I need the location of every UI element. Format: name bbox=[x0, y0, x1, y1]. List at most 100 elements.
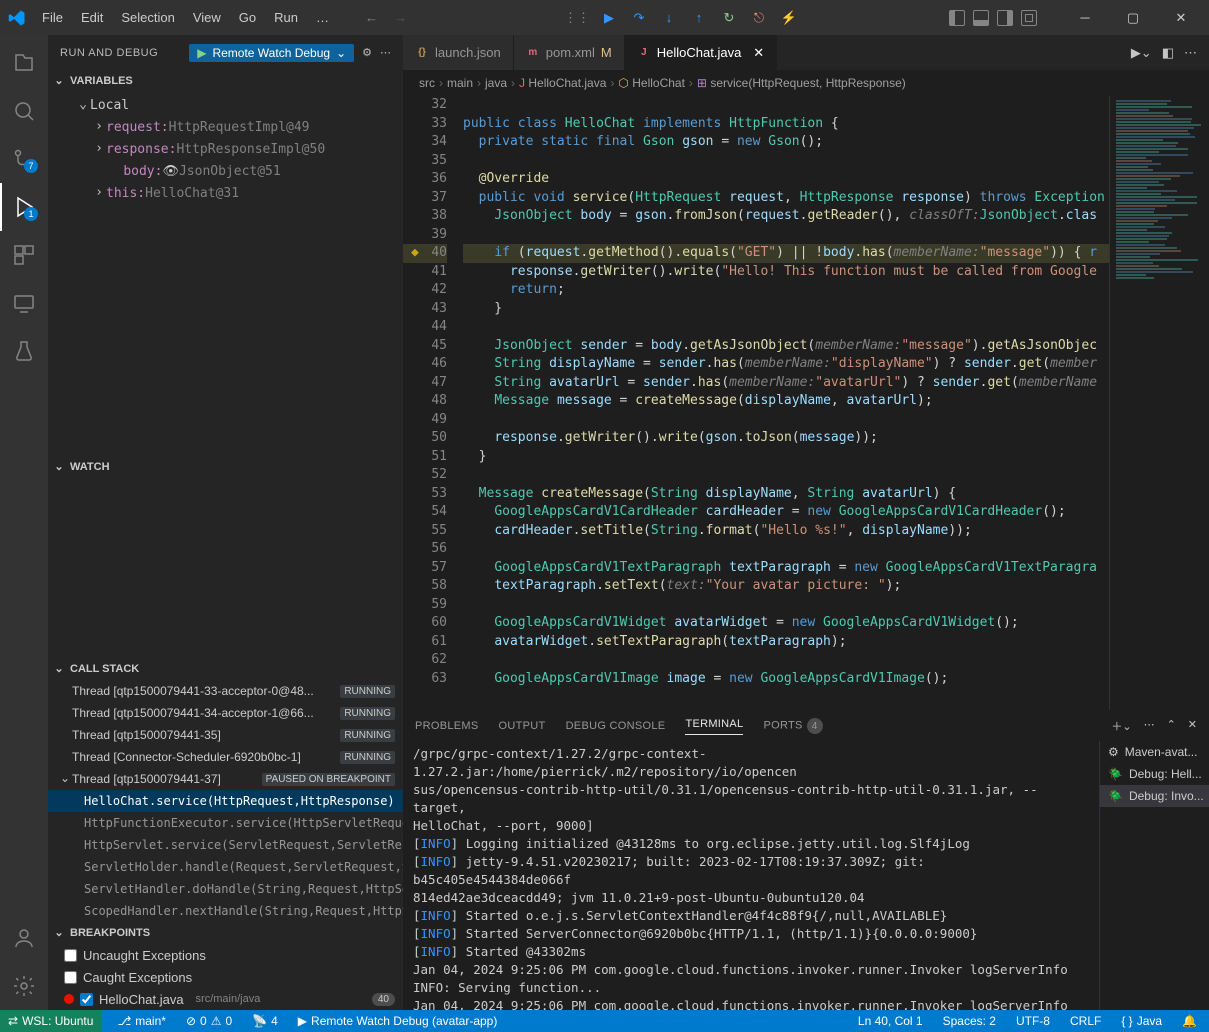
bp-uncaught-checkbox[interactable] bbox=[64, 949, 77, 962]
window-close-icon[interactable]: ✕ bbox=[1161, 3, 1201, 33]
layout-right-icon[interactable] bbox=[997, 10, 1013, 26]
callstack-frame[interactable]: HttpServlet.service(ServletRequest,Servl… bbox=[48, 834, 403, 856]
breadcrumb-item[interactable]: main bbox=[447, 76, 473, 90]
nav-back-icon[interactable]: ← bbox=[357, 10, 386, 25]
breadcrumb-item[interactable]: java bbox=[485, 76, 507, 90]
debug-disconnect-icon[interactable]: ⎋ bbox=[748, 7, 770, 29]
var-row[interactable]: body: 👁 JsonObject@51 bbox=[48, 160, 403, 182]
nav-fwd-icon[interactable]: → bbox=[386, 10, 415, 25]
breadcrumb-item[interactable]: ⊞ service(HttpRequest, HttpResponse) bbox=[697, 76, 906, 90]
panel-tab-terminal[interactable]: TERMINAL bbox=[685, 718, 743, 735]
activity-search-icon[interactable] bbox=[0, 87, 48, 135]
window-maximize-icon[interactable]: ▢ bbox=[1113, 3, 1153, 33]
variables-header[interactable]: ⌄VARIABLES bbox=[48, 70, 403, 92]
breakpoints-header[interactable]: ⌄BREAKPOINTS bbox=[48, 922, 403, 944]
status-problems[interactable]: ⊘0⚠0 bbox=[182, 1010, 236, 1032]
activity-explorer-icon[interactable] bbox=[0, 39, 48, 87]
status-ports[interactable]: 📡4 bbox=[248, 1010, 282, 1032]
gear-icon[interactable]: ⚙ bbox=[362, 46, 372, 59]
terminal[interactable]: /grpc/grpc-context/1.27.2/grpc-context-1… bbox=[403, 741, 1099, 1010]
tab-launch.json[interactable]: {}launch.json bbox=[403, 35, 514, 70]
status-debug-session[interactable]: ▶Remote Watch Debug (avatar-app) bbox=[294, 1010, 502, 1032]
activity-testing-icon[interactable] bbox=[0, 327, 48, 375]
panel-tab-problems[interactable]: PROBLEMS bbox=[415, 720, 479, 732]
breadcrumb-item[interactable]: J HelloChat.java bbox=[519, 76, 606, 90]
status-eol[interactable]: CRLF bbox=[1066, 1010, 1105, 1032]
var-row[interactable]: ›request: HttpRequestImpl@49 bbox=[48, 116, 403, 138]
terminal-instance[interactable]: 🪲Debug: Invo... bbox=[1100, 785, 1209, 807]
breadcrumb-item[interactable]: src bbox=[419, 76, 435, 90]
tab-pom.xml[interactable]: mpom.xmlM bbox=[514, 35, 625, 70]
bp-uncaught[interactable]: Uncaught Exceptions bbox=[48, 944, 403, 966]
close-icon[interactable]: ✕ bbox=[753, 45, 764, 61]
menu-file[interactable]: File bbox=[34, 6, 71, 29]
panel-tab-ports[interactable]: PORTS4 bbox=[763, 718, 822, 734]
variables-scope[interactable]: ⌄Local bbox=[48, 94, 403, 116]
callstack-frame[interactable]: ServletHolder.handle(Request,ServletRequ… bbox=[48, 856, 403, 878]
status-spaces[interactable]: Spaces: 2 bbox=[939, 1010, 1000, 1032]
bp-file[interactable]: HelloChat.java src/main/java 40 bbox=[48, 988, 403, 1010]
callstack-paused-thread[interactable]: ⌄Thread [qtp1500079441-37]PAUSED ON BREA… bbox=[48, 768, 403, 790]
menu-edit[interactable]: Edit bbox=[73, 6, 111, 29]
status-lang[interactable]: { }Java bbox=[1117, 1010, 1166, 1032]
tab-HelloChat.java[interactable]: JHelloChat.java✕ bbox=[625, 35, 777, 70]
layout-bottom-icon[interactable] bbox=[973, 10, 989, 26]
panel-close-icon[interactable]: ✕ bbox=[1188, 718, 1197, 734]
callstack-thread[interactable]: Thread [qtp1500079441-33-acceptor-0@48..… bbox=[48, 680, 403, 702]
more-actions-icon[interactable]: ⋯ bbox=[1184, 45, 1197, 61]
debug-step-over-icon[interactable]: ↷ bbox=[628, 7, 650, 29]
activity-scm-icon[interactable]: 7 bbox=[0, 135, 48, 183]
callstack-thread[interactable]: Thread [Connector-Scheduler-6920b0bc-1]R… bbox=[48, 746, 403, 768]
var-row[interactable]: ›response: HttpResponseImpl@50 bbox=[48, 138, 403, 160]
callstack-frame[interactable]: ScopedHandler.nextHandle(String,Request,… bbox=[48, 900, 403, 922]
activity-account-icon[interactable] bbox=[0, 914, 48, 962]
menu-…[interactable]: … bbox=[308, 6, 337, 29]
minimap[interactable] bbox=[1109, 96, 1209, 710]
bp-file-checkbox[interactable] bbox=[80, 993, 93, 1006]
status-cursor[interactable]: Ln 40, Col 1 bbox=[854, 1010, 927, 1032]
status-notifications-icon[interactable]: 🔔 bbox=[1178, 1010, 1201, 1032]
editor-body[interactable]: 3233343536373839◆40414243444546474849505… bbox=[403, 96, 1209, 710]
status-remote[interactable]: ⇄WSL: Ubuntu bbox=[0, 1010, 101, 1032]
activity-extensions-icon[interactable] bbox=[0, 231, 48, 279]
terminal-instance[interactable]: ⚙Maven-avat... bbox=[1100, 741, 1209, 763]
run-icon[interactable]: ▶⌄ bbox=[1131, 45, 1152, 61]
more-icon[interactable]: ⋯ bbox=[380, 46, 391, 59]
panel-tab-debug console[interactable]: DEBUG CONSOLE bbox=[566, 720, 666, 732]
debug-step-out-icon[interactable]: ↑ bbox=[688, 7, 710, 29]
status-encoding[interactable]: UTF-8 bbox=[1012, 1010, 1054, 1032]
debug-step-into-icon[interactable]: ↓ bbox=[658, 7, 680, 29]
terminal-instance[interactable]: 🪲Debug: Hell... bbox=[1100, 763, 1209, 785]
layout-customize-icon[interactable] bbox=[1021, 10, 1037, 26]
panel-add-icon[interactable]: ＋⌄ bbox=[1111, 718, 1131, 734]
debug-restart-icon[interactable]: ↻ bbox=[718, 7, 740, 29]
activity-debug-icon[interactable]: 1 bbox=[0, 183, 48, 231]
callstack-frame[interactable]: HttpFunctionExecutor.service(HttpServlet… bbox=[48, 812, 403, 834]
breadcrumb-item[interactable]: ⬡ HelloChat bbox=[618, 76, 685, 90]
activity-settings-icon[interactable] bbox=[0, 962, 48, 1010]
status-branch[interactable]: ⎇main* bbox=[113, 1010, 170, 1032]
split-editor-icon[interactable]: ◧ bbox=[1162, 45, 1174, 61]
callstack-thread[interactable]: Thread [qtp1500079441-35]RUNNING bbox=[48, 724, 403, 746]
debug-continue-icon[interactable]: ▶ bbox=[598, 7, 620, 29]
panel-more-icon[interactable]: ⋯ bbox=[1144, 718, 1155, 734]
bp-caught[interactable]: Caught Exceptions bbox=[48, 966, 403, 988]
window-minimize-icon[interactable]: ─ bbox=[1065, 3, 1105, 33]
debug-hot-reload-icon[interactable]: ⚡ bbox=[778, 7, 800, 29]
watch-header[interactable]: ⌄WATCH bbox=[48, 456, 403, 478]
debug-config-selector[interactable]: ▶ Remote Watch Debug ⌄ bbox=[189, 44, 354, 62]
callstack-frame[interactable]: ServletHandler.doHandle(String,Request,H… bbox=[48, 878, 403, 900]
editor-code[interactable]: public class HelloChat implements HttpFu… bbox=[463, 96, 1109, 710]
var-row[interactable]: ›this: HelloChat@31 bbox=[48, 182, 403, 204]
panel-tab-output[interactable]: OUTPUT bbox=[499, 720, 546, 732]
callstack-header[interactable]: ⌄CALL STACK bbox=[48, 658, 403, 680]
layout-left-icon[interactable] bbox=[949, 10, 965, 26]
activity-remote-icon[interactable] bbox=[0, 279, 48, 327]
breadcrumbs[interactable]: src›main›java›J HelloChat.java›⬡ HelloCh… bbox=[403, 70, 1209, 96]
menu-go[interactable]: Go bbox=[231, 6, 264, 29]
callstack-frame[interactable]: HelloChat.service(HttpRequest,HttpRespon… bbox=[48, 790, 403, 812]
menu-selection[interactable]: Selection bbox=[113, 6, 182, 29]
callstack-thread[interactable]: Thread [qtp1500079441-34-acceptor-1@66..… bbox=[48, 702, 403, 724]
debug-drag-handle-icon[interactable]: ⋮⋮ bbox=[564, 10, 590, 26]
menu-run[interactable]: Run bbox=[266, 6, 306, 29]
